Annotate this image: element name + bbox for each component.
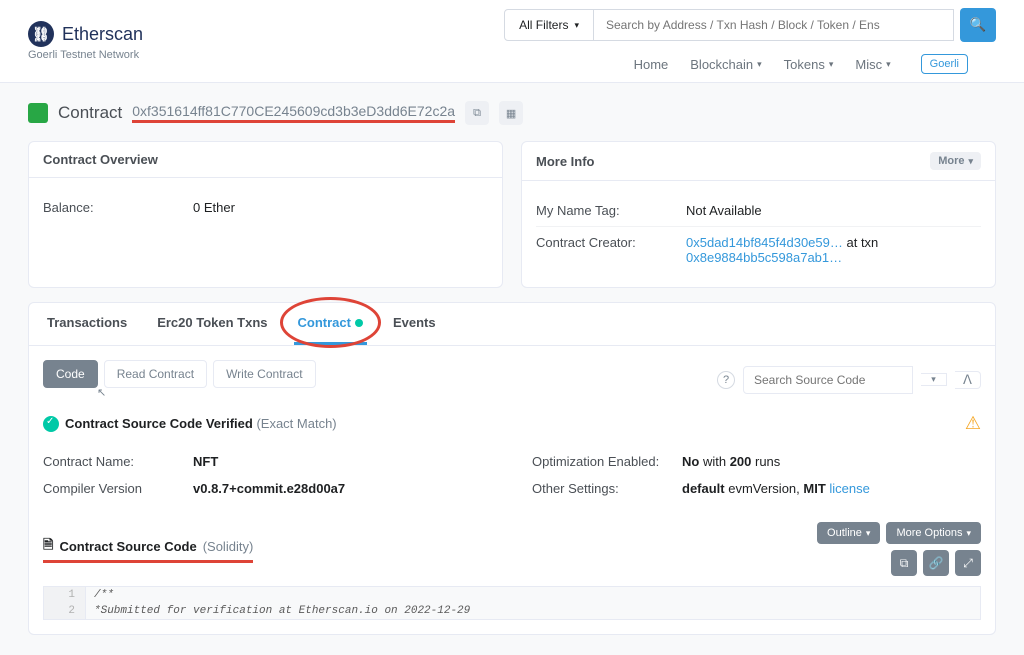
nametag-label: My Name Tag: xyxy=(536,203,686,218)
tab-events[interactable]: Events xyxy=(389,303,440,345)
nav-home[interactable]: Home xyxy=(634,57,669,72)
nav-tokens[interactable]: Tokens▾ xyxy=(784,57,834,72)
nametag-value: Not Available xyxy=(686,203,981,218)
contract-name-label: Contract Name: xyxy=(43,454,193,469)
optimization-label: Optimization Enabled: xyxy=(532,454,682,469)
creator-address-link[interactable]: 0x5dad14bf845f4d30e59… xyxy=(686,235,843,250)
contract-overview-card: Contract Overview Balance: 0 Ether xyxy=(28,141,503,288)
warning-icon: ⚠ xyxy=(965,413,981,434)
chevron-down-icon: ▾ xyxy=(757,59,762,70)
chevron-down-icon: ▾ xyxy=(931,374,936,385)
chevron-up-icon: ᐱ xyxy=(963,372,972,388)
link-source-button[interactable]: 🔗 xyxy=(923,550,949,576)
page-title: Contract xyxy=(58,103,122,123)
license-link[interactable]: license xyxy=(829,481,869,496)
qr-icon: ▦ xyxy=(506,107,516,120)
file-icon: 🗎 xyxy=(43,536,53,558)
code-line: *Submitted for verification at Etherscan… xyxy=(86,603,478,619)
moreinfo-title: More Info xyxy=(536,154,595,169)
creator-label: Contract Creator: xyxy=(536,235,686,265)
verified-match: (Exact Match) xyxy=(256,416,336,431)
line-number: 1 xyxy=(44,587,86,603)
chevron-down-icon: ▾ xyxy=(886,59,891,70)
search-filter-dropdown[interactable]: All Filters ▾ xyxy=(504,9,594,41)
overview-title: Contract Overview xyxy=(43,152,158,167)
nav-blockchain[interactable]: Blockchain▾ xyxy=(690,57,761,72)
source-search-input[interactable] xyxy=(743,366,913,394)
more-info-card: More Info More▾ My Name Tag: Not Availab… xyxy=(521,141,996,288)
balance-label: Balance: xyxy=(43,200,193,215)
source-search-dropdown[interactable]: ▾ xyxy=(921,373,947,386)
outline-button[interactable]: Outline▾ xyxy=(817,522,880,544)
etherscan-logo-icon: ⛓ xyxy=(28,21,54,47)
chevron-down-icon: ▾ xyxy=(574,20,579,31)
copy-icon: ⧉ xyxy=(473,107,481,120)
tab-contract[interactable]: Contract xyxy=(294,303,367,345)
network-badge[interactable]: Goerli xyxy=(921,54,968,74)
brand-name: Etherscan xyxy=(62,24,143,45)
expand-icon: ⤢ xyxy=(963,556,973,571)
check-circle-icon xyxy=(43,416,59,432)
optimization-value: No with 200 runs xyxy=(682,454,780,469)
global-search-input[interactable] xyxy=(594,9,954,41)
more-options-button[interactable]: More Options▾ xyxy=(886,522,981,544)
line-number: 2 xyxy=(44,603,86,619)
expand-source-button[interactable]: ⤢ xyxy=(955,550,981,576)
balance-value: 0 Ether xyxy=(193,200,488,215)
other-settings-value: default evmVersion, MIT license xyxy=(682,481,870,496)
subtab-read-contract[interactable]: Read Contract xyxy=(104,360,207,388)
code-line: /** xyxy=(86,587,122,603)
chevron-down-icon: ▾ xyxy=(966,528,971,539)
creator-txn-link[interactable]: 0x8e9884bb5c598a7ab1… xyxy=(686,250,842,265)
chevron-down-icon: ▾ xyxy=(866,528,871,539)
verified-dot-icon xyxy=(355,319,363,327)
subtab-code[interactable]: Code xyxy=(43,360,98,388)
chevron-down-icon: ▾ xyxy=(829,59,834,70)
copy-address-button[interactable]: ⧉ xyxy=(465,101,489,125)
nav-misc[interactable]: Misc▾ xyxy=(855,57,890,72)
source-lang: (Solidity) xyxy=(203,539,254,554)
source-code-title: Contract Source Code xyxy=(59,539,196,554)
chevron-down-icon: ▾ xyxy=(968,156,973,167)
scroll-top-button[interactable]: ᐱ xyxy=(955,371,981,389)
subtab-write-contract[interactable]: Write Contract xyxy=(213,360,315,388)
source-code-viewer[interactable]: 1/** 2 *Submitted for verification at Et… xyxy=(43,586,981,620)
compiler-label: Compiler Version xyxy=(43,481,193,496)
compiler-value: v0.8.7+commit.e28d00a7 xyxy=(193,481,345,496)
help-icon[interactable]: ? xyxy=(717,371,735,389)
search-button[interactable]: 🔍 xyxy=(960,8,996,42)
more-dropdown[interactable]: More▾ xyxy=(930,152,981,170)
search-icon: 🔍 xyxy=(970,17,987,33)
contract-address: 0xf351614ff81C770CE245609cd3b3eD3dd6E72c… xyxy=(132,103,455,123)
verified-text: Contract Source Code Verified xyxy=(65,416,253,431)
other-settings-label: Other Settings: xyxy=(532,481,682,496)
copy-icon: ⧉ xyxy=(900,556,909,571)
contract-cube-icon xyxy=(28,103,48,123)
tab-transactions[interactable]: Transactions xyxy=(43,303,131,345)
tab-erc20[interactable]: Erc20 Token Txns xyxy=(153,303,271,345)
link-icon: 🔗 xyxy=(929,556,944,570)
copy-source-button[interactable]: ⧉ xyxy=(891,550,917,576)
contract-name-value: NFT xyxy=(193,454,218,469)
qr-button[interactable]: ▦ xyxy=(499,101,523,125)
network-subtitle: Goerli Testnet Network xyxy=(28,49,143,61)
